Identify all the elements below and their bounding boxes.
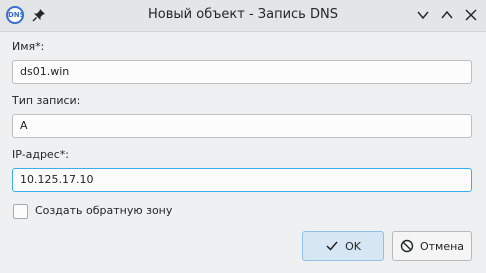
- cancel-icon: [400, 239, 414, 253]
- record-type-label: Тип записи:: [12, 94, 81, 107]
- checkmark-icon: [326, 241, 338, 251]
- ok-button[interactable]: OK: [302, 231, 384, 261]
- window-title: Новый объект - Запись DNS: [148, 7, 338, 22]
- reverse-zone-checkbox[interactable]: [13, 204, 28, 219]
- name-field[interactable]: ds01.win: [12, 60, 472, 84]
- close-icon[interactable]: [463, 7, 479, 23]
- maximize-icon[interactable]: [439, 7, 455, 23]
- cancel-button[interactable]: Отмена: [392, 231, 472, 261]
- app-dns-icon: DNS: [6, 6, 25, 24]
- name-label: Имя*:: [12, 40, 45, 53]
- cancel-button-label: Отмена: [419, 239, 465, 253]
- ip-address-label: IP-адрес*:: [12, 148, 69, 161]
- dialog-content: Имя*: ds01.win Тип записи: A IP-адрес*: …: [0, 32, 486, 273]
- ok-button-label: OK: [345, 239, 361, 253]
- minimize-icon[interactable]: [415, 7, 431, 23]
- pin-icon[interactable]: [32, 8, 46, 22]
- reverse-zone-label[interactable]: Создать обратную зону: [35, 204, 172, 217]
- title-bar: DNS Новый объект - Запись DNS: [0, 0, 486, 32]
- ip-address-field[interactable]: 10.125.17.10: [12, 168, 472, 192]
- record-type-field[interactable]: A: [12, 114, 472, 138]
